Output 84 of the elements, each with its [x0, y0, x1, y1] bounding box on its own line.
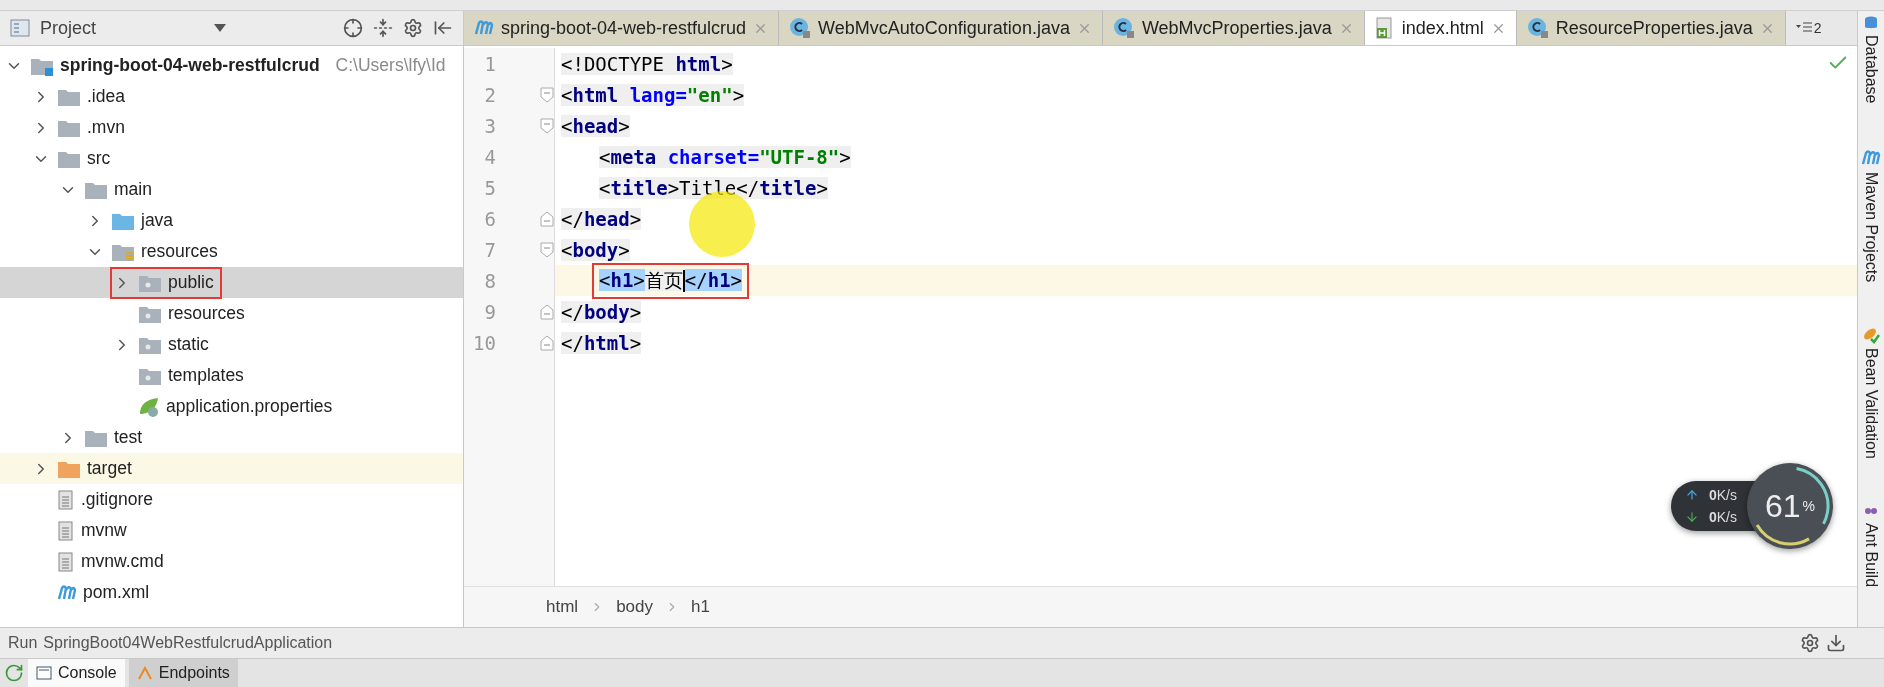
tree-item[interactable]: .idea — [0, 81, 463, 112]
file-icon — [57, 551, 75, 572]
tree-item[interactable]: resources — [0, 236, 463, 267]
project-path: C:\Users\lfy\Id — [335, 55, 446, 76]
tree-item[interactable]: application.properties — [0, 391, 463, 422]
tree-item[interactable]: .gitignore — [0, 484, 463, 515]
code-line: </body> — [560, 299, 643, 325]
locate-icon[interactable] — [343, 18, 363, 38]
list-icon — [1795, 22, 1812, 34]
line-number: 8 — [483, 269, 496, 292]
code-line: <body> — [560, 237, 631, 263]
project-view-icon — [10, 19, 30, 37]
bottom-tab[interactable]: Endpoints — [128, 659, 238, 687]
settings-icon[interactable] — [403, 18, 423, 38]
code-line: <html lang="en"> — [560, 82, 746, 108]
breadcrumb-item[interactable]: body — [616, 597, 653, 617]
tool-window-button[interactable]: Database — [1862, 35, 1880, 104]
upload-arrow-icon — [1684, 488, 1699, 502]
code-line: </html> — [560, 330, 643, 356]
line-number: 10 — [472, 331, 496, 354]
tree-item[interactable]: spring-boot-04-web-restfulcrud C:\Users\lfy\Id — [0, 50, 463, 81]
tool-window-button[interactable]: Ant Build — [1862, 522, 1880, 587]
upload-speed: 0K/s — [1708, 487, 1737, 503]
percent-sign: % — [1802, 498, 1815, 514]
tool-window-button[interactable]: Maven Projects — [1862, 171, 1880, 282]
tool-window-button[interactable]: Bean Validation — [1862, 347, 1880, 459]
breadcrumb-item[interactable]: h1 — [691, 597, 710, 617]
breadcrumb-item[interactable]: html — [546, 597, 579, 617]
code-line: </head> — [560, 206, 643, 232]
download-arrow-icon — [1684, 510, 1699, 524]
file-icon — [57, 520, 75, 541]
tree-item[interactable]: pom.xml — [0, 577, 463, 608]
tree-item[interactable]: target — [0, 453, 463, 484]
editor-tab[interactable]: ResourceProperties.java — [1516, 11, 1786, 45]
tree-item[interactable]: test — [0, 422, 463, 453]
code-line: <title>Title</title> — [598, 175, 829, 201]
usage-percent: 61 — [1764, 487, 1801, 525]
collapse-all-icon[interactable] — [373, 18, 393, 38]
run-configuration[interactable]: SpringBoot04WebRestfulcrudApplication — [43, 634, 333, 652]
tree-item[interactable]: mvnw.cmd — [0, 546, 463, 577]
tree-item[interactable]: public — [0, 267, 463, 298]
line-number: 4 — [483, 145, 496, 168]
line-number: 9 — [483, 300, 496, 323]
line-number: 6 — [483, 207, 496, 230]
code-line: <head> — [560, 113, 631, 139]
file-icon — [57, 489, 75, 510]
tree-item[interactable]: mvnw — [0, 515, 463, 546]
tree-item[interactable]: .mvn — [0, 112, 463, 143]
bottom-tab[interactable]: Console — [28, 659, 125, 687]
line-number: 2 — [483, 83, 496, 106]
panel-title[interactable]: Project — [40, 17, 97, 39]
download-icon[interactable] — [1826, 633, 1846, 653]
leaf-icon — [138, 395, 160, 418]
code-line: <!DOCTYPE html> — [560, 51, 734, 77]
editor-tab[interactable]: WebMvcAutoConfiguration.java — [779, 11, 1103, 45]
dropdown-caret-icon[interactable] — [213, 24, 226, 32]
tree-item[interactable]: main — [0, 174, 463, 205]
tree-item[interactable]: src — [0, 143, 463, 174]
class-icon — [1112, 17, 1135, 39]
code-line: <h1>首页</h1> — [595, 265, 747, 296]
editor-tab[interactable]: WebMvcProperties.java — [1102, 11, 1365, 45]
tree-item[interactable]: java — [0, 205, 463, 236]
tree-item[interactable]: static — [0, 329, 463, 360]
editor-tab[interactable]: index.html — [1364, 11, 1517, 45]
tab-overflow-button[interactable]: 2 — [1785, 11, 1832, 45]
tree-item[interactable]: resources — [0, 298, 463, 329]
settings-icon[interactable] — [1800, 633, 1820, 653]
database-icon[interactable] — [1863, 15, 1879, 31]
tree-item[interactable]: templates — [0, 360, 463, 391]
console-icon — [36, 666, 52, 680]
class-icon — [789, 17, 812, 39]
hide-panel-icon[interactable] — [433, 18, 453, 38]
editor-tab[interactable]: spring-boot-04-web-restfulcrud — [464, 11, 780, 45]
class-icon — [1526, 17, 1549, 39]
line-number: 7 — [483, 238, 496, 261]
run-label: Run — [8, 634, 38, 652]
line-number: 1 — [483, 52, 496, 75]
line-number: 3 — [483, 114, 496, 137]
line-number: 5 — [483, 176, 496, 199]
endpoints-icon — [136, 666, 153, 680]
html-file-icon — [1374, 17, 1395, 39]
rerun-icon[interactable] — [4, 663, 24, 683]
code-line: <meta charset="UTF-8"> — [598, 144, 852, 170]
download-speed: 0K/s — [1708, 509, 1737, 525]
